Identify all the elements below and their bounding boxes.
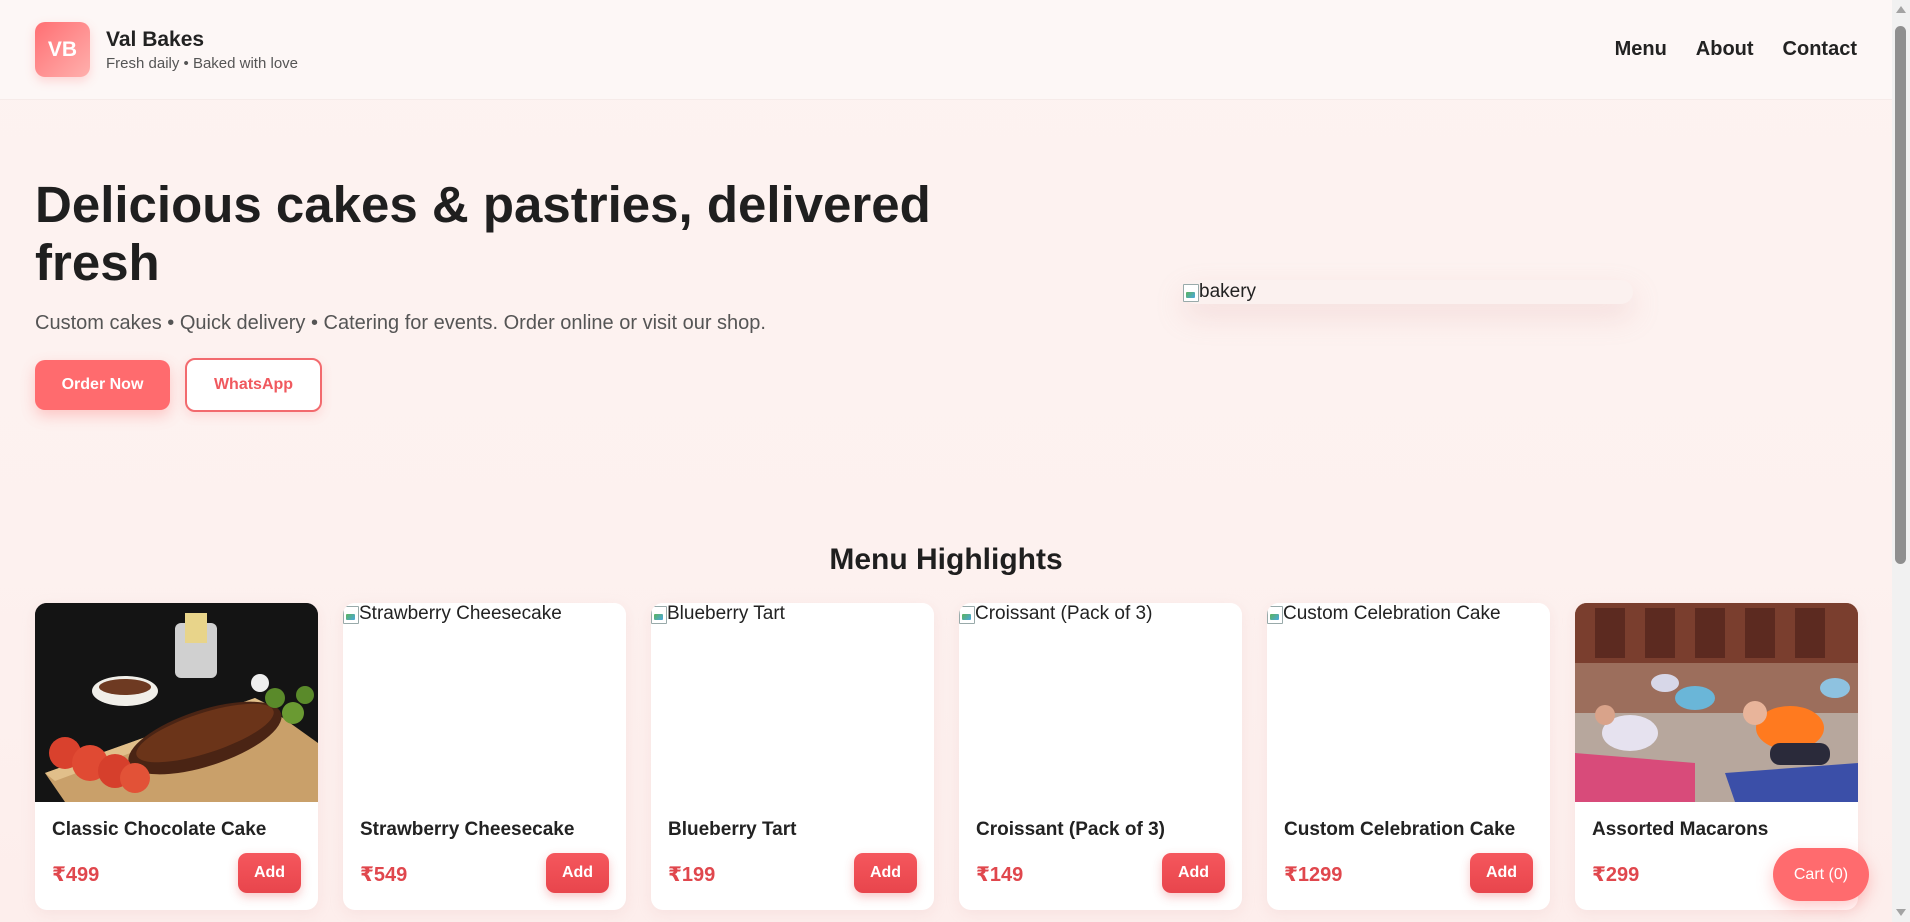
menu-item-price: ₹199 [668,864,716,886]
menu-item-price: ₹549 [360,864,408,886]
add-to-cart-button[interactable]: Add [1162,853,1225,893]
card-image-alt: Custom Celebration Cake [1267,603,1501,625]
page-scrollbar[interactable] [1892,0,1910,922]
broken-image-icon [343,605,359,624]
cart-button[interactable]: Cart (0) [1773,848,1869,901]
hero-image: bakery [1183,280,1633,304]
scroll-up-arrow-icon[interactable] [1896,6,1906,13]
menu-card: Custom Celebration Cake Custom Celebrati… [1267,603,1550,910]
nav-link-about[interactable]: About [1696,38,1754,61]
menu-card: Blueberry Tart Blueberry Tart ₹199 Add [651,603,934,910]
menu-cards: Classic Chocolate Cake ₹499 Add Strawber… [35,603,1858,910]
add-to-cart-button[interactable]: Add [1470,853,1533,893]
brand-name: Val Bakes [106,27,205,51]
card-image-alt: Blueberry Tart [651,603,785,625]
menu-card: Croissant (Pack of 3) Croissant (Pack of… [959,603,1242,910]
hero-image-alt: bakery [1199,281,1257,302]
page: VB Val Bakes Fresh daily • Baked with lo… [0,0,1892,922]
hero-title: Delicious cakes & pastries, delivered fr… [35,176,931,291]
card-image-alt: Croissant (Pack of 3) [959,603,1152,625]
brand-text: Val Bakes Fresh daily • Baked with love [106,28,298,72]
broken-image-icon [959,605,975,624]
menu-item-price: ₹499 [52,864,100,886]
broken-image-icon [1267,605,1283,624]
menu-card: Classic Chocolate Cake ₹499 Add [35,603,318,910]
scroll-down-arrow-icon[interactable] [1896,909,1906,916]
nav-link-contact[interactable]: Contact [1783,38,1857,61]
menu-item-name: Blueberry Tart [668,819,797,840]
menu-card: Strawberry Cheesecake Strawberry Cheesec… [343,603,626,910]
card-image-alt: Strawberry Cheesecake [343,603,562,625]
menu-item-price: ₹299 [1592,864,1640,886]
menu-item-price: ₹1299 [1284,864,1343,886]
whatsapp-button[interactable]: WhatsApp [185,358,322,412]
add-to-cart-button[interactable]: Add [854,853,917,893]
menu-item-price: ₹149 [976,864,1024,886]
add-to-cart-button[interactable]: Add [546,853,609,893]
menu-item-name: Assorted Macarons [1592,819,1769,840]
main-nav: Menu About Contact [1615,38,1857,61]
nav-link-menu[interactable]: Menu [1615,38,1667,61]
card-image-ribs [35,603,318,802]
card-image: Croissant (Pack of 3) [959,603,1242,802]
order-now-button[interactable]: Order Now [35,360,170,410]
logo: VB [35,22,90,77]
broken-image-icon [1183,283,1199,302]
site-header: VB Val Bakes Fresh daily • Baked with lo… [0,0,1892,100]
menu-item-name: Custom Celebration Cake [1284,819,1516,840]
menu-item-name: Croissant (Pack of 3) [976,819,1165,840]
brand[interactable]: VB Val Bakes Fresh daily • Baked with lo… [35,22,298,77]
menu-highlights-title: Menu Highlights [829,543,1063,576]
card-image-alt-text: Strawberry Cheesecake [359,603,562,624]
add-to-cart-button[interactable]: Add [238,853,301,893]
ribs-photo [35,603,318,802]
broken-image-icon [651,605,667,624]
brand-tagline: Fresh daily • Baked with love [106,54,299,72]
menu-item-name: Strawberry Cheesecake [360,819,575,840]
menu-item-name: Classic Chocolate Cake [52,819,267,840]
card-image: Blueberry Tart [651,603,934,802]
card-image-alt-text: Custom Celebration Cake [1283,603,1501,624]
card-image-alt-text: Croissant (Pack of 3) [975,603,1153,624]
scroll-thumb[interactable] [1895,26,1906,564]
card-image-yoga [1575,603,1858,802]
card-image-alt-text: Blueberry Tart [667,603,785,624]
card-image: Strawberry Cheesecake [343,603,626,802]
card-image: Custom Celebration Cake [1267,603,1550,802]
hero-subtitle: Custom cakes • Quick delivery • Catering… [35,312,766,334]
yoga-photo [1575,603,1858,802]
